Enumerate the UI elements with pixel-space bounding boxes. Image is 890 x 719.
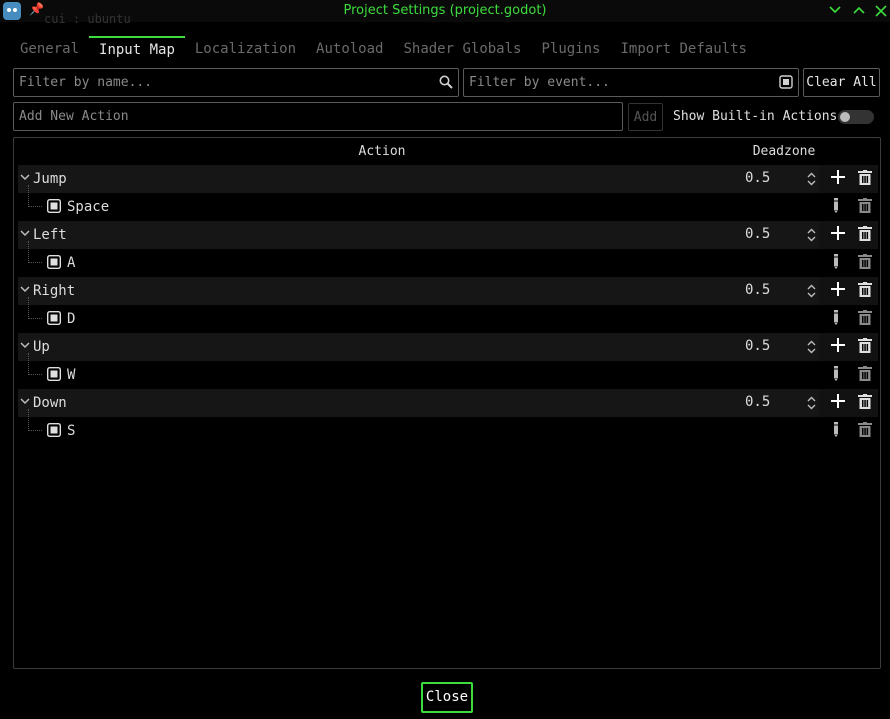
event-row-s[interactable]: S — [18, 409, 878, 445]
action-column-header: Action — [358, 144, 406, 159]
deadzone-value[interactable]: 0.5 — [745, 338, 770, 354]
event-name: W — [67, 367, 76, 383]
filter-by-event-field — [463, 68, 799, 97]
delete-icon[interactable] — [858, 198, 872, 213]
filter-by-name-field — [13, 68, 459, 97]
clear-all-button[interactable]: Clear All — [803, 68, 880, 97]
spinner-icon[interactable] — [807, 396, 816, 410]
chevron-down-icon[interactable] — [20, 228, 30, 238]
action-row-right[interactable]: Right 0.5 — [18, 277, 878, 305]
close-button[interactable]: Close — [421, 682, 473, 713]
event-row-space[interactable]: Space — [18, 185, 878, 221]
chevron-down-icon[interactable] — [20, 396, 30, 406]
event-row-w[interactable]: W — [18, 353, 878, 389]
action-row-left[interactable]: Left 0.5 — [18, 221, 878, 249]
close-window-icon[interactable] — [871, 0, 890, 22]
filter-by-event-input[interactable] — [464, 69, 798, 96]
delete-icon[interactable] — [858, 394, 872, 409]
event-name: D — [67, 311, 76, 327]
keyboard-icon — [47, 199, 61, 213]
show-builtin-actions-label: Show Built-in Actions — [673, 109, 838, 124]
tab-localization[interactable]: Localization — [185, 36, 306, 64]
event-row-d[interactable]: D — [18, 297, 878, 333]
delete-icon[interactable] — [858, 338, 872, 353]
edit-icon[interactable] — [832, 366, 840, 381]
spinner-icon[interactable] — [807, 172, 816, 186]
add-event-icon[interactable] — [830, 393, 846, 409]
show-builtin-actions-toggle[interactable] — [838, 110, 874, 124]
edit-icon[interactable] — [832, 254, 840, 269]
deadzone-column-header: Deadzone — [752, 144, 816, 159]
tab-import-defaults[interactable]: Import Defaults — [611, 36, 757, 64]
delete-icon[interactable] — [858, 366, 872, 381]
spinner-icon[interactable] — [807, 340, 816, 354]
action-row-jump[interactable]: Jump 0.5 — [18, 165, 878, 193]
spinner-icon[interactable] — [807, 228, 816, 242]
window-title: Project Settings (project.godot) — [343, 3, 547, 18]
chevron-down-icon[interactable] — [20, 172, 30, 182]
delete-icon[interactable] — [858, 282, 872, 297]
tab-input-map[interactable]: Input Map — [89, 36, 185, 64]
tab-general[interactable]: General — [10, 36, 89, 64]
edit-icon[interactable] — [832, 198, 840, 213]
minimize-icon[interactable] — [825, 0, 845, 22]
keyboard-icon — [47, 367, 61, 381]
event-name: A — [67, 255, 76, 271]
tab-shader-globals[interactable]: Shader Globals — [393, 36, 531, 64]
add-event-icon[interactable] — [830, 225, 846, 241]
tab-plugins[interactable]: Plugins — [531, 36, 610, 64]
keyboard-icon — [47, 311, 61, 325]
delete-icon[interactable] — [858, 226, 872, 241]
deadzone-value[interactable]: 0.5 — [745, 170, 770, 186]
chevron-down-icon[interactable] — [20, 340, 30, 350]
keyboard-icon — [47, 423, 61, 437]
filter-by-name-input[interactable] — [14, 69, 458, 96]
chevron-down-icon[interactable] — [20, 284, 30, 294]
search-icon — [439, 75, 453, 93]
event-row-a[interactable]: A — [18, 241, 878, 277]
add-new-action-input[interactable] — [14, 103, 622, 130]
input-map-tree: Action Deadzone Jump 0.5 Space Left 0.5 … — [13, 137, 881, 669]
add-new-action-field — [13, 102, 623, 131]
action-row-down[interactable]: Down 0.5 — [18, 389, 878, 417]
deadzone-value[interactable]: 0.5 — [745, 394, 770, 410]
tab-autoload[interactable]: Autoload — [306, 36, 393, 64]
edit-icon[interactable] — [832, 310, 840, 325]
spinner-icon[interactable] — [807, 284, 816, 298]
maximize-icon[interactable] — [849, 0, 869, 22]
keyboard-icon — [47, 255, 61, 269]
title-bar: 📌 cui : ubuntu Project Settings (project… — [0, 0, 890, 26]
event-name: S — [67, 423, 76, 439]
tree-header: Action Deadzone — [14, 144, 880, 162]
delete-icon[interactable] — [858, 422, 872, 437]
delete-icon[interactable] — [858, 170, 872, 185]
event-name: Space — [67, 199, 110, 215]
deadzone-value[interactable]: 0.5 — [745, 282, 770, 298]
add-event-icon[interactable] — [830, 169, 846, 185]
add-event-icon[interactable] — [830, 281, 846, 297]
edit-icon[interactable] — [832, 422, 840, 437]
delete-icon[interactable] — [858, 254, 872, 269]
add-action-button[interactable]: Add — [628, 103, 663, 131]
settings-tabs: General Input Map Localization Autoload … — [10, 36, 757, 64]
action-row-up[interactable]: Up 0.5 — [18, 333, 878, 361]
delete-icon[interactable] — [858, 310, 872, 325]
keyboard-listen-icon[interactable] — [779, 75, 793, 93]
deadzone-value[interactable]: 0.5 — [745, 226, 770, 242]
add-event-icon[interactable] — [830, 337, 846, 353]
